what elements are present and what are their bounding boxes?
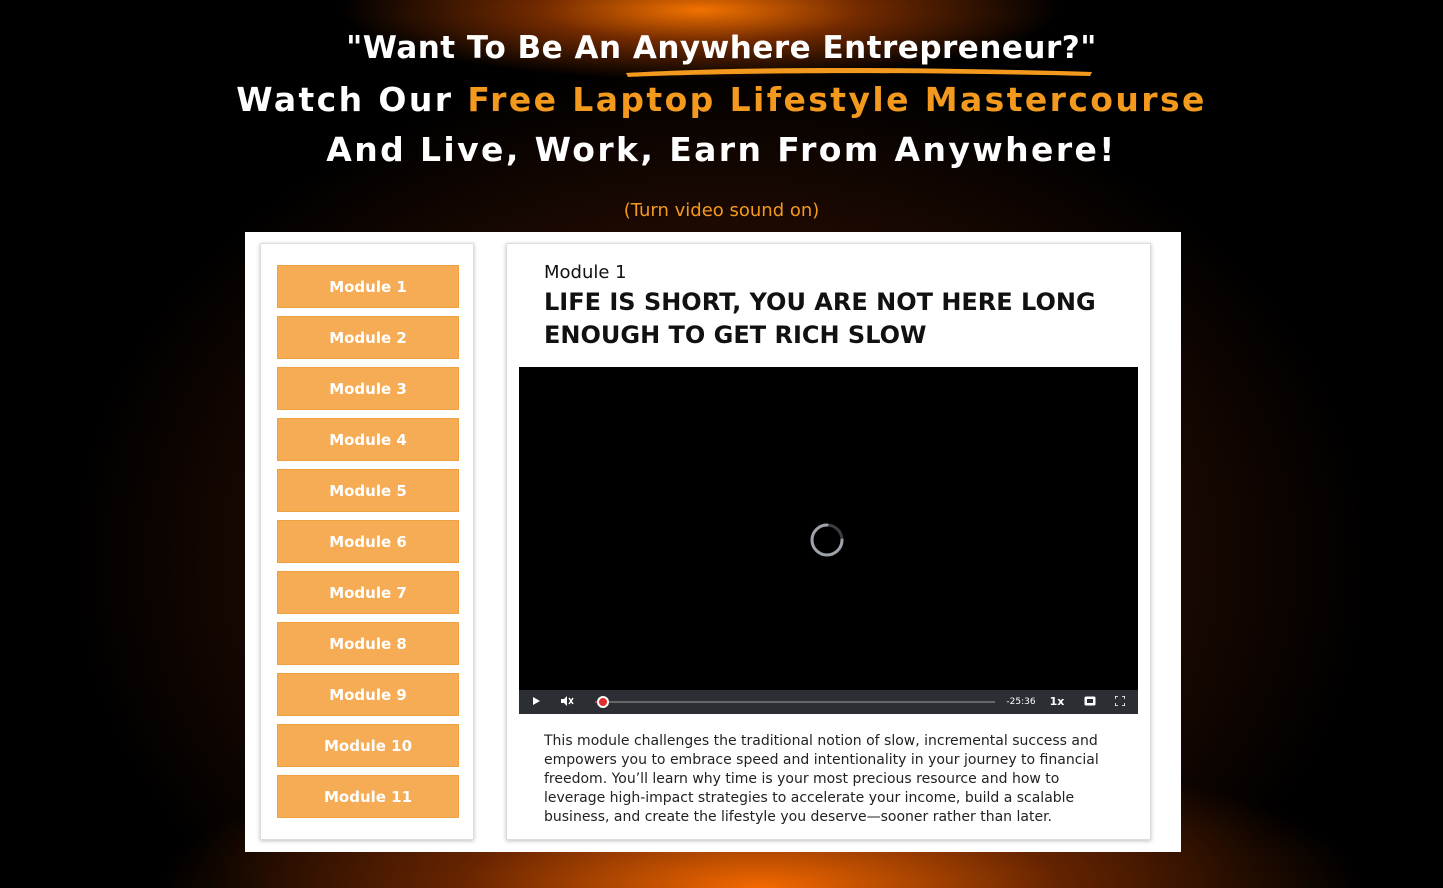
module-button-7[interactable]: Module 7 <box>277 571 459 614</box>
video-progress-track[interactable] <box>595 696 995 708</box>
module-button-6[interactable]: Module 6 <box>277 520 459 563</box>
module-sidebar: Module 1 Module 2 Module 3 Module 4 Modu… <box>260 243 474 840</box>
headline-line-2-prefix: Watch Our <box>236 80 468 119</box>
module-description: This module challenges the traditional n… <box>544 733 1099 825</box>
video-player[interactable]: -25:36 1x <box>519 367 1138 714</box>
module-button-5[interactable]: Module 5 <box>277 469 459 512</box>
headline-line-2: Watch Our Free Laptop Lifestyle Masterco… <box>0 80 1443 119</box>
course-panel: Module 1 Module 2 Module 3 Module 4 Modu… <box>245 232 1181 852</box>
play-icon <box>533 697 540 705</box>
quality-button[interactable] <box>1079 690 1101 714</box>
video-controls-bar: -25:36 1x <box>519 690 1138 714</box>
module-label: Module 1 <box>544 262 627 283</box>
mute-button[interactable] <box>555 690 579 714</box>
module-button-11[interactable]: Module 11 <box>277 775 459 818</box>
hd-icon <box>1084 696 1096 706</box>
headline-line-1: "Want To Be An Anywhere Entrepreneur?" <box>346 30 1097 66</box>
fullscreen-icon <box>1114 695 1126 707</box>
fullscreen-button[interactable] <box>1109 690 1131 714</box>
headline-course-name: Free Laptop Lifestyle Mastercourse <box>467 80 1207 119</box>
sound-note: (Turn video sound on) <box>623 200 820 221</box>
page-background: "Want To Be An Anywhere Entrepreneur?" W… <box>0 0 1443 888</box>
module-button-1[interactable]: Module 1 <box>277 265 459 308</box>
muted-speaker-icon <box>561 696 574 706</box>
video-progress-handle[interactable] <box>597 696 609 708</box>
time-remaining: -25:36 <box>1006 697 1036 707</box>
module-button-2[interactable]: Module 2 <box>277 316 459 359</box>
module-button-9[interactable]: Module 9 <box>277 673 459 716</box>
module-button-8[interactable]: Module 8 <box>277 622 459 665</box>
module-button-3[interactable]: Module 3 <box>277 367 459 410</box>
module-button-10[interactable]: Module 10 <box>277 724 459 767</box>
headline-line-3: And Live, Work, Earn From Anywhere! <box>326 130 1117 169</box>
module-title: LIFE IS SHORT, YOU ARE NOT HERE LONG ENO… <box>544 288 1096 349</box>
module-button-4[interactable]: Module 4 <box>277 418 459 461</box>
brush-underline-decoration <box>626 68 1092 77</box>
play-button[interactable] <box>525 690 547 714</box>
module-content-card: Module 1 LIFE IS SHORT, YOU ARE NOT HERE… <box>506 243 1151 840</box>
loading-spinner-icon <box>810 523 844 557</box>
playback-speed-button[interactable]: 1x <box>1045 690 1069 714</box>
